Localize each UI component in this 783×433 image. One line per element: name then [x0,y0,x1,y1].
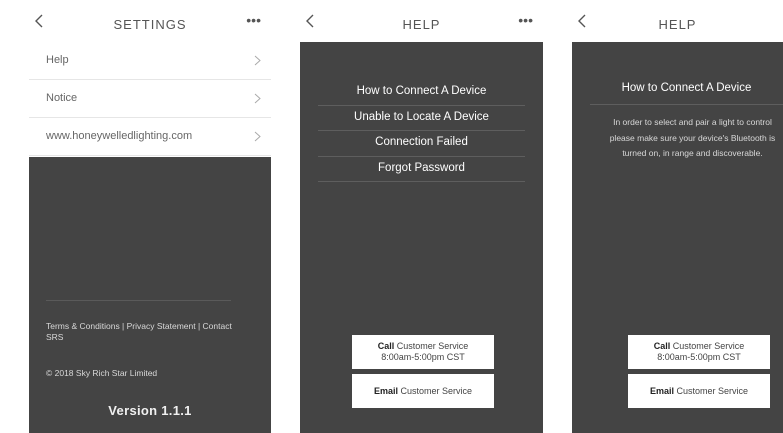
help-panel: How to Connect A Device Unable to Locate… [300,42,543,433]
top-bar: SETTINGS ••• [29,0,271,42]
top-bar: HELP ••• [300,0,543,42]
settings-item-label: www.honeywelledlighting.com [46,130,193,142]
page-title: HELP [402,17,441,32]
settings-footer-panel: Terms & Conditions | Privacy Statement |… [29,157,271,433]
email-text: Customer Service [676,386,749,396]
call-hours: 8:00am-5:00pm CST [657,352,741,362]
email-customer-service-button[interactable]: Email Customer Service [628,374,770,408]
settings-item-label: Help [46,54,69,66]
copyright-text: © 2018 Sky Rich Star Limited [46,368,158,378]
help-topic-connection-failed[interactable]: Connection Failed [318,131,525,157]
top-bar: HELP [572,0,783,42]
divider [46,300,231,301]
help-topic-locate[interactable]: Unable to Locate A Device [318,106,525,131]
call-text: Customer Service [672,341,745,351]
settings-item-website[interactable]: www.honeywelledlighting.com [29,118,271,156]
call-customer-service-button[interactable]: Call Customer Service 8:00am-5:00pm CST [628,335,770,369]
email-label: Email [373,386,398,396]
settings-screen: SETTINGS ••• Help Notice www.honeywelled… [29,0,271,433]
footer-links[interactable]: Terms & Conditions | Privacy Statement |… [46,321,251,343]
help-topics-screen: HELP ••• How to Connect A Device Unable … [300,0,543,433]
help-detail-body: In order to select and pair a light to c… [609,117,776,158]
more-options-icon[interactable]: ••• [246,11,261,29]
help-detail-heading: How to Connect A Device [590,80,783,105]
chevron-right-icon [254,93,261,104]
help-detail-screen: HELP How to Connect A Device In order to… [572,0,783,433]
help-topic-forgot-password[interactable]: Forgot Password [318,157,525,182]
email-label: Email [649,386,674,396]
page-title: SETTINGS [113,17,187,32]
help-detail-panel: How to Connect A Device In order to sele… [572,42,783,433]
help-topic-list: How to Connect A Device Unable to Locate… [318,80,525,182]
settings-item-notice[interactable]: Notice [29,80,271,118]
settings-item-help[interactable]: Help [29,42,271,80]
call-text: Customer Service [396,341,469,351]
call-label: Call [377,341,395,351]
version-label: Version 1.1.1 [108,403,192,418]
settings-list: Help Notice www.honeywelledlighting.com [29,42,271,156]
help-topic-connect[interactable]: How to Connect A Device [318,80,525,106]
page-title: HELP [658,17,697,32]
chevron-right-icon [254,131,261,142]
call-customer-service-button[interactable]: Call Customer Service 8:00am-5:00pm CST [352,335,494,369]
chevron-right-icon [254,55,261,66]
call-hours: 8:00am-5:00pm CST [381,352,465,362]
more-options-icon[interactable]: ••• [518,11,533,29]
email-text: Customer Service [400,386,473,396]
call-label: Call [653,341,671,351]
email-customer-service-button[interactable]: Email Customer Service [352,374,494,408]
settings-item-label: Notice [46,92,78,104]
